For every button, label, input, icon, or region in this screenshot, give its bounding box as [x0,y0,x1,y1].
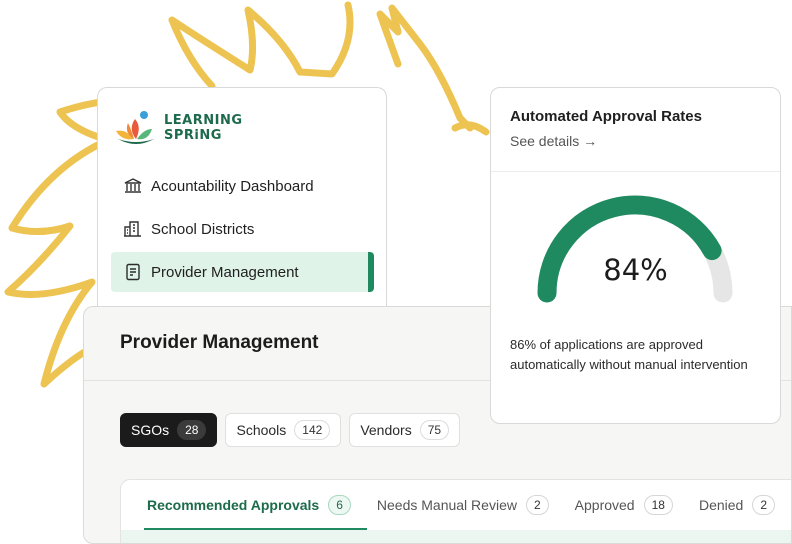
sidebar-nav: Acountability Dashboard School Districts… [111,166,374,295]
sidebar-item-label: Provider Management [151,263,299,281]
chip-count-badge: 75 [419,420,450,440]
see-details-link[interactable]: See details → [510,133,597,149]
brand-line-2: SPRiNG [164,128,222,143]
tab-count-badge: 18 [643,495,673,515]
tab-needs-manual-review[interactable]: Needs Manual Review 2 [377,480,549,530]
sidebar-item-label: Acountability Dashboard [151,177,314,195]
sidebar-item-provider-management[interactable]: Provider Management [111,252,374,292]
chip-label: Schools [236,422,287,438]
sidebar-item-school-districts[interactable]: School Districts [111,209,374,249]
tab-denied[interactable]: Denied 2 [698,480,776,530]
bank-icon [123,176,143,196]
filter-chip-sgos[interactable]: SGOs 28 [120,413,218,447]
tab-label: Denied [698,497,744,513]
approval-rate-card: Automated Approval Rates See details → 8… [490,87,781,424]
chip-label: SGOs [131,422,170,438]
review-tabs: Recommended Approvals 6 Needs Manual Rev… [121,480,791,530]
document-icon [123,262,143,282]
tab-label: Recommended Approvals [147,497,320,513]
approval-gauge [537,195,733,303]
approval-description: 86% of applications are approved automat… [510,337,748,372]
page-title: Provider Management [120,332,319,353]
tab-content-strip [121,530,791,543]
chip-label: Vendors [360,422,412,438]
brand-line-1: LEARNING [164,113,243,128]
divider [491,171,780,172]
sidebar-card: LEARNING SPRiNG Acountability Dashboard … [97,87,387,317]
brand-wordmark: LEARNING SPRiNG [164,113,243,143]
card-title: Automated Approval Rates [510,108,702,125]
tab-recommended-approvals[interactable]: Recommended Approvals 6 [144,480,367,530]
tab-count-badge: 6 [328,495,351,515]
tab-approved[interactable]: Approved 18 [575,480,673,530]
gauge-value: 84% [603,253,668,287]
filter-chip-vendors[interactable]: Vendors 75 [349,413,461,447]
chip-count-badge: 28 [177,420,207,440]
tab-label: Needs Manual Review [376,497,517,513]
brand-logo[interactable]: LEARNING SPRiNG [114,108,243,148]
sidebar-item-accountability-dashboard[interactable]: Acountability Dashboard [111,166,374,206]
flower-logo-icon [116,111,154,144]
building-icon [123,219,143,239]
provider-type-filters: SGOs 28 Schools 142 Vendors 75 [120,413,468,447]
tab-count-badge: 2 [752,495,776,515]
review-tabs-panel: Recommended Approvals 6 Needs Manual Rev… [120,479,791,543]
tab-count-badge: 2 [525,495,549,515]
tab-label: Approved [574,497,635,513]
sidebar-item-label: School Districts [151,220,255,238]
chip-count-badge: 142 [294,420,331,440]
filter-chip-schools[interactable]: Schools 142 [225,413,342,447]
